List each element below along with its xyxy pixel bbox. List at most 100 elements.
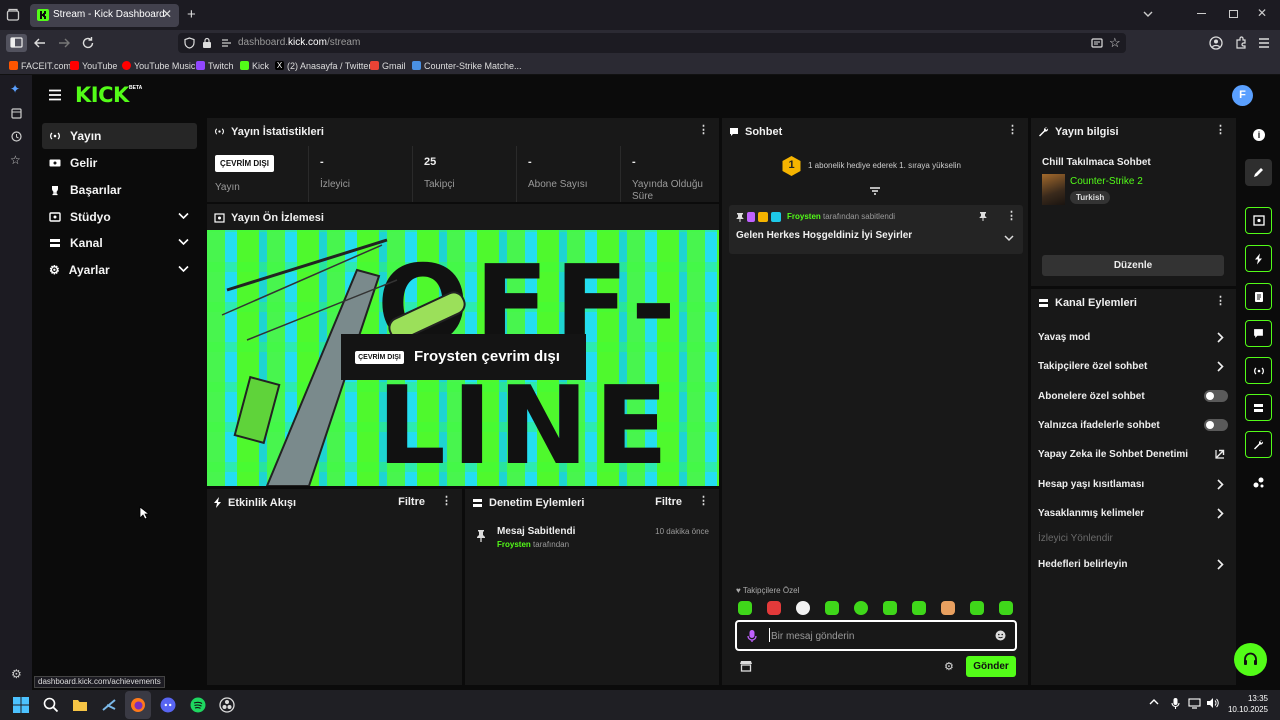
reload-icon[interactable] xyxy=(81,36,95,50)
bookmark-youtube-music[interactable]: YouTube Music xyxy=(122,56,195,75)
emote-7[interactable] xyxy=(912,601,926,615)
emote-1[interactable] xyxy=(738,601,752,615)
lock-icon[interactable] xyxy=(202,37,212,49)
bookmark-youtube[interactable]: YouTube xyxy=(70,56,117,75)
reader-view-icon[interactable] xyxy=(1091,37,1103,49)
extensions-icon[interactable] xyxy=(1234,36,1248,50)
rail-channel-actions-button[interactable] xyxy=(1245,394,1272,421)
taskbar-search-icon[interactable] xyxy=(43,697,59,713)
steam-icon[interactable] xyxy=(101,697,117,713)
restore-window-icon[interactable] xyxy=(1229,10,1238,18)
subscribers-only-toggle[interactable] xyxy=(1204,390,1228,402)
nav-item-yayin[interactable]: Yayın xyxy=(42,123,197,149)
user-avatar[interactable]: F xyxy=(1232,85,1253,106)
emote-3[interactable] xyxy=(796,601,810,615)
minimize-window-icon[interactable] xyxy=(1197,13,1206,14)
bookmark-twitch[interactable]: Twitch xyxy=(196,56,234,75)
kick-logo[interactable]: KICK xyxy=(75,83,129,107)
pinned-user[interactable]: Froysten xyxy=(787,212,821,221)
tab-overflow-chevron-icon[interactable] xyxy=(1142,9,1154,19)
bookmark-faceit[interactable]: FACEIT.com xyxy=(9,56,71,75)
windows-start-icon[interactable] xyxy=(13,697,29,713)
tray-microphone-icon[interactable] xyxy=(1171,697,1180,710)
activity-filter-button[interactable]: Filtre xyxy=(398,496,425,508)
ai-sparkle-icon[interactable]: ✦ xyxy=(10,82,20,96)
history-clock-icon[interactable] xyxy=(11,131,22,142)
add-widget-icon[interactable] xyxy=(1252,476,1265,489)
info-icon[interactable]: i xyxy=(1253,129,1265,141)
shield-icon[interactable] xyxy=(184,37,195,49)
action-ai-moderation[interactable]: Yapay Zeka ile Sohbet Denetimi xyxy=(1038,444,1228,464)
more-options-icon[interactable]: ⋮ xyxy=(698,125,709,136)
new-tab-icon[interactable]: + xyxy=(187,6,196,23)
rail-chat-button[interactable] xyxy=(1245,320,1272,347)
emote-9[interactable] xyxy=(970,601,984,615)
emote-4[interactable] xyxy=(825,601,839,615)
moderation-filter-button[interactable]: Filtre xyxy=(655,496,682,508)
microphone-icon[interactable] xyxy=(747,629,757,643)
obs-icon[interactable] xyxy=(219,697,235,713)
nav-item-basarilar[interactable]: Başarılar xyxy=(42,177,197,203)
bookmark-star-icon[interactable]: ☆ xyxy=(1109,35,1121,51)
tray-chevron-up-icon[interactable] xyxy=(1149,698,1159,706)
address-bar[interactable]: dashboard.kick.com/stream ☆ xyxy=(178,33,1126,53)
bookmarks-star-icon[interactable]: ☆ xyxy=(10,153,21,167)
category-thumbnail[interactable] xyxy=(1042,174,1065,205)
browser-tab[interactable]: Stream - Kick Dashboard ✕ xyxy=(30,4,179,27)
emote-10[interactable] xyxy=(999,601,1013,615)
url-text[interactable]: dashboard.kick.com/stream xyxy=(238,37,360,48)
more-options-icon[interactable]: ⋮ xyxy=(1007,125,1018,136)
nav-item-kanal[interactable]: Kanal xyxy=(42,230,197,256)
emote-2[interactable] xyxy=(767,601,781,615)
more-options-icon[interactable]: ⋮ xyxy=(441,496,452,507)
emote-5[interactable] xyxy=(854,601,868,615)
moderation-item-user[interactable]: Froysten xyxy=(497,540,531,549)
close-window-icon[interactable]: ✕ xyxy=(1257,6,1267,20)
more-options-icon[interactable]: ⋮ xyxy=(1215,296,1226,307)
sidebar-settings-gear-icon[interactable]: ⚙ xyxy=(11,667,22,681)
scroll-down-arrow-icon[interactable] xyxy=(869,187,881,197)
discord-icon[interactable] xyxy=(160,697,176,713)
volume-icon[interactable] xyxy=(1206,697,1219,709)
action-banned-words[interactable]: Yasaklanmış kelimeler xyxy=(1038,503,1228,523)
bookmark-counter-strike[interactable]: Counter-Strike Matche... xyxy=(412,56,522,75)
page-info-icon[interactable] xyxy=(221,38,232,48)
sidebar-toggle-icon[interactable] xyxy=(6,34,27,52)
action-account-age-restriction[interactable]: Hesap yaşı kısıtlaması xyxy=(1038,474,1228,494)
bookmark-gmail[interactable]: Gmail xyxy=(370,56,406,75)
rail-notes-button[interactable] xyxy=(1245,283,1272,310)
edit-stream-info-button[interactable]: Düzenle xyxy=(1042,255,1224,276)
pinned-message-card[interactable]: Froysten tarafından sabitlendi ⋮ Gelen H… xyxy=(729,205,1023,254)
rail-stats-button[interactable] xyxy=(1245,357,1272,384)
send-button[interactable]: Gönder xyxy=(966,656,1016,677)
spotify-icon[interactable] xyxy=(190,697,206,713)
nav-item-gelir[interactable]: Gelir xyxy=(42,150,197,176)
file-explorer-icon[interactable] xyxy=(72,697,88,713)
store-icon[interactable] xyxy=(740,660,752,672)
action-subscribers-only-chat[interactable]: Abonelere özel sohbet xyxy=(1038,386,1228,406)
action-slow-mode[interactable]: Yavaş mod xyxy=(1038,327,1228,347)
emote-8[interactable] xyxy=(941,601,955,615)
emote-6[interactable] xyxy=(883,601,897,615)
tab-close-icon[interactable]: ✕ xyxy=(162,7,172,21)
emotes-only-toggle[interactable] xyxy=(1204,419,1228,431)
menu-hamburger-icon[interactable] xyxy=(1258,36,1270,50)
emoji-picker-icon[interactable] xyxy=(995,630,1006,641)
chat-settings-gear-icon[interactable]: ⚙ xyxy=(944,660,954,673)
bookmark-kick[interactable]: Kick xyxy=(240,56,269,75)
hamburger-menu-icon[interactable] xyxy=(48,89,62,101)
rail-edit-button[interactable] xyxy=(1245,159,1272,186)
rail-activity-button[interactable] xyxy=(1245,245,1272,272)
account-icon[interactable] xyxy=(1209,36,1223,50)
more-options-icon[interactable]: ⋮ xyxy=(698,496,709,507)
pinned-more-icon[interactable]: ⋮ xyxy=(1006,209,1017,222)
nav-item-ayarlar[interactable]: ⚙ Ayarlar xyxy=(42,257,197,283)
category-name[interactable]: Counter-Strike 2 xyxy=(1070,176,1143,187)
back-arrow-icon[interactable] xyxy=(33,36,47,50)
more-options-icon[interactable]: ⋮ xyxy=(1215,125,1226,136)
support-headset-button[interactable] xyxy=(1234,643,1267,676)
taskbar-clock[interactable]: 13:35 10.10.2025 xyxy=(1226,693,1268,715)
synced-tabs-icon[interactable] xyxy=(11,108,22,119)
unpin-icon[interactable] xyxy=(979,211,987,221)
tab-list-icon[interactable] xyxy=(6,8,20,22)
